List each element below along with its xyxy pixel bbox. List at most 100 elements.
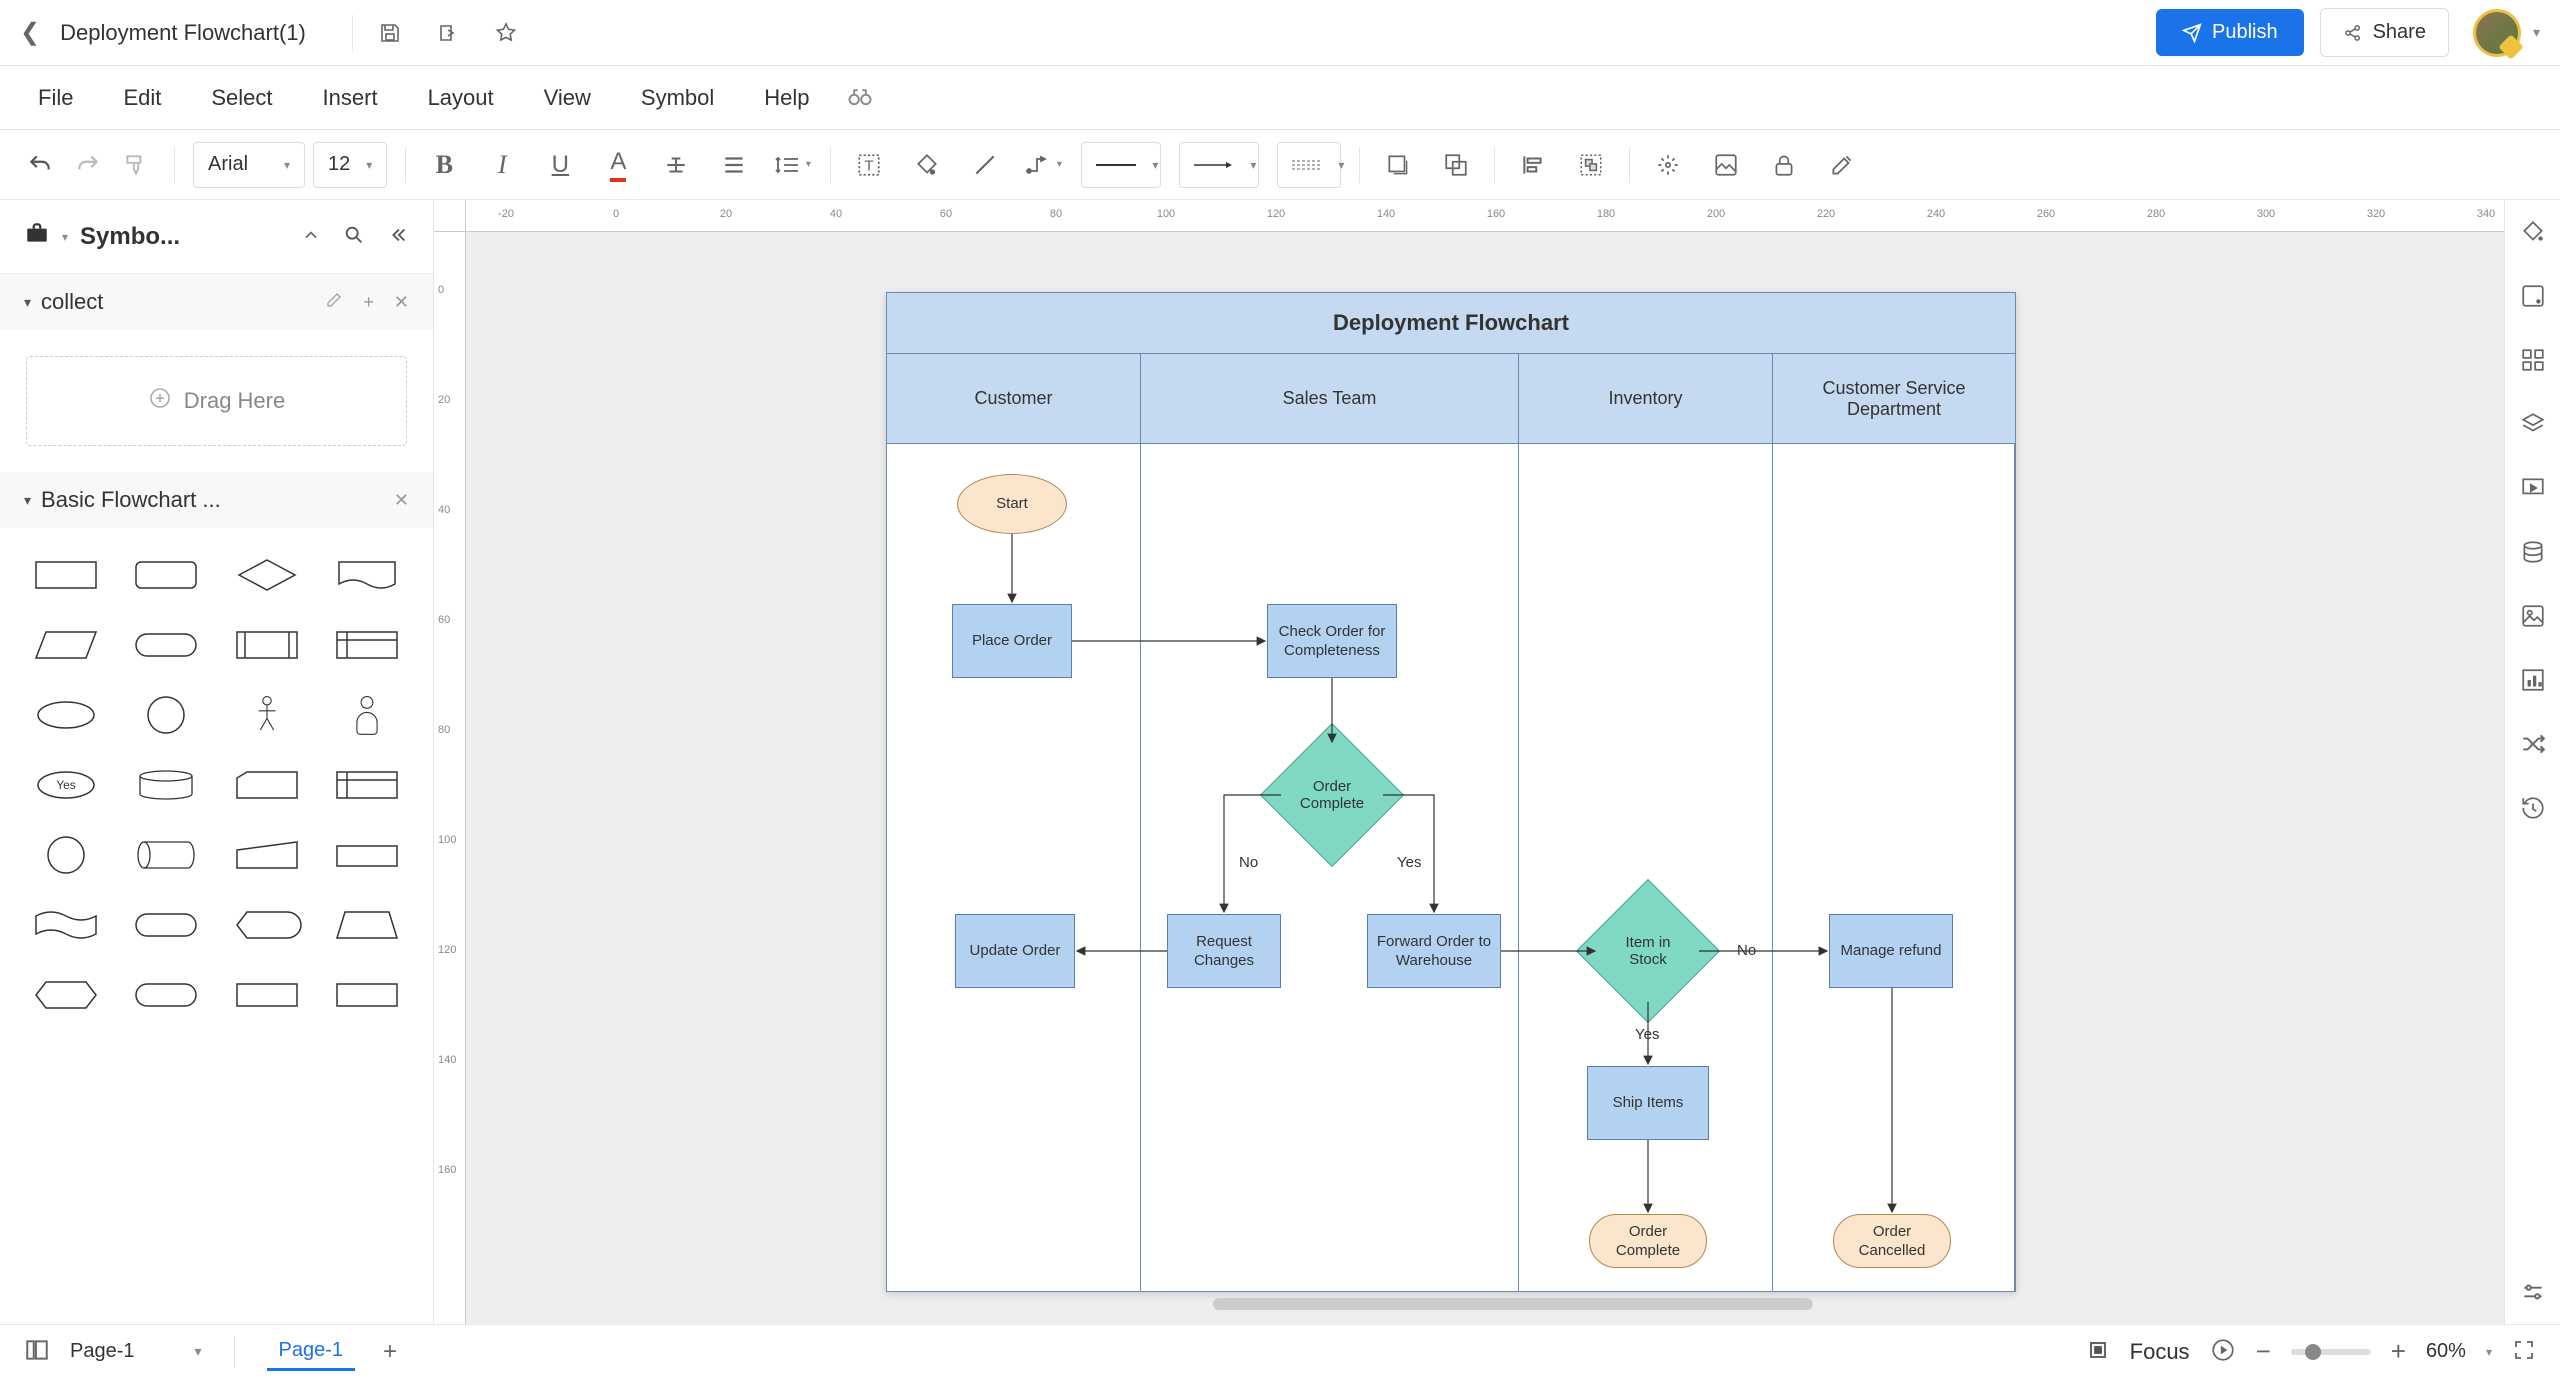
avatar[interactable] <box>2473 9 2521 57</box>
text-color-button[interactable]: A <box>598 145 638 185</box>
lane-header-customer[interactable]: Customer <box>887 354 1141 444</box>
shape-hexagon[interactable] <box>24 968 108 1022</box>
line-spacing-button[interactable]: ▾ <box>772 145 812 185</box>
menu-symbol[interactable]: Symbol <box>619 75 736 121</box>
data-icon[interactable] <box>2517 536 2549 568</box>
align-objects-button[interactable] <box>1513 145 1553 185</box>
drag-here-zone[interactable]: Drag Here <box>26 356 407 446</box>
shape-terminator[interactable] <box>124 618 208 672</box>
menu-layout[interactable]: Layout <box>406 75 516 121</box>
shape-ellipse[interactable] <box>24 688 108 742</box>
shape-yes-ellipse[interactable]: Yes <box>24 758 108 812</box>
paper[interactable]: Deployment Flowchart Customer Sales Team… <box>886 292 2016 1292</box>
page-tab[interactable]: Page-1 <box>267 1333 356 1371</box>
node-item-in-stock[interactable]: Item in Stock <box>1597 900 1699 1002</box>
chart-icon[interactable] <box>2517 664 2549 696</box>
save-icon[interactable] <box>377 20 403 46</box>
lock-button[interactable] <box>1764 145 1804 185</box>
zoom-out-button[interactable]: − <box>2256 1336 2271 1367</box>
shape-rect3[interactable] <box>225 968 309 1022</box>
menu-select[interactable]: Select <box>189 75 294 121</box>
shape-manual-input[interactable] <box>225 828 309 882</box>
zoom-in-button[interactable]: + <box>2391 1336 2406 1367</box>
strikethrough-button[interactable] <box>656 145 696 185</box>
node-order-complete-end[interactable]: Order Complete <box>1589 1214 1707 1268</box>
align-button[interactable] <box>714 145 754 185</box>
share-button[interactable]: Share <box>2320 8 2449 57</box>
shape-predefined[interactable] <box>225 618 309 672</box>
format-painter-button[interactable] <box>116 145 156 185</box>
node-manage-refund[interactable]: Manage refund <box>1829 914 1953 988</box>
lane-customer-service[interactable] <box>1773 444 2015 1291</box>
add-icon[interactable]: + <box>363 292 374 313</box>
canvas-scroll[interactable]: Deployment Flowchart Customer Sales Team… <box>466 232 2560 1324</box>
zoom-slider[interactable] <box>2291 1349 2371 1355</box>
menu-view[interactable]: View <box>522 75 613 121</box>
arrow-style-select[interactable]: ▾ <box>1179 142 1259 188</box>
canvas[interactable]: -20 0 20 40 60 80 100 120 140 160 180 20… <box>434 200 2560 1324</box>
line-color-button[interactable] <box>965 145 1005 185</box>
export-icon[interactable] <box>435 20 461 46</box>
group-button[interactable] <box>1571 145 1611 185</box>
section-collect[interactable]: ▾ collect + ✕ <box>0 274 433 330</box>
shape-parallelogram[interactable] <box>24 618 108 672</box>
shape-cylinder-h[interactable] <box>124 828 208 882</box>
publish-button[interactable]: Publish <box>2156 9 2304 56</box>
node-forward-order[interactable]: Forward Order to Warehouse <box>1367 914 1501 988</box>
search-icon[interactable] <box>343 224 365 249</box>
image-edit-button[interactable] <box>1706 145 1746 185</box>
play-icon[interactable] <box>2210 1337 2236 1366</box>
tools-button[interactable] <box>1822 145 1862 185</box>
history-icon[interactable] <box>2517 792 2549 824</box>
shape-internal-storage[interactable] <box>325 618 409 672</box>
hide-panel-icon[interactable] <box>387 224 409 249</box>
lane-header-inventory[interactable]: Inventory <box>1519 354 1773 444</box>
menu-help[interactable]: Help <box>742 75 831 121</box>
add-page-button[interactable]: + <box>375 1337 405 1367</box>
font-size-select[interactable]: 12▾ <box>313 142 387 188</box>
shape-tape[interactable] <box>24 898 108 952</box>
binoculars-icon[interactable] <box>846 82 874 113</box>
favorite-icon[interactable] <box>493 20 519 46</box>
shape-rectangle[interactable] <box>24 548 108 602</box>
grid-icon[interactable] <box>2517 344 2549 376</box>
lane-customer[interactable] <box>887 444 1141 1291</box>
line-weight-select[interactable]: ▾ <box>1277 142 1341 188</box>
italic-button[interactable]: I <box>482 145 522 185</box>
node-request-changes[interactable]: Request Changes <box>1167 914 1281 988</box>
line-style-select[interactable]: ▾ <box>1081 142 1161 188</box>
fit-icon[interactable] <box>2086 1338 2110 1365</box>
bold-button[interactable]: B <box>424 145 464 185</box>
shape-database[interactable] <box>124 758 208 812</box>
layer-button[interactable] <box>1436 145 1476 185</box>
lane-sales[interactable] <box>1141 444 1519 1291</box>
fullscreen-icon[interactable] <box>2512 1338 2536 1365</box>
layers-icon[interactable] <box>2517 408 2549 440</box>
properties-icon[interactable] <box>2517 280 2549 312</box>
node-order-cancelled[interactable]: Order Cancelled <box>1833 1214 1951 1268</box>
fill-color-button[interactable] <box>907 145 947 185</box>
shuffle-icon[interactable] <box>2517 728 2549 760</box>
lane-header-customer-service[interactable]: Customer Service Department <box>1773 354 2015 444</box>
node-update-order[interactable]: Update Order <box>955 914 1075 988</box>
lane-inventory[interactable] <box>1519 444 1773 1291</box>
connector-style-button[interactable]: ▾ <box>1023 145 1063 185</box>
page-selector[interactable]: Page-1 ▾ <box>70 1340 202 1363</box>
shape-display[interactable] <box>225 898 309 952</box>
flowchart-title[interactable]: Deployment Flowchart <box>886 292 2016 354</box>
menu-edit[interactable]: Edit <box>101 75 183 121</box>
underline-button[interactable]: U <box>540 145 580 185</box>
node-place-order[interactable]: Place Order <box>952 604 1072 678</box>
section-basic[interactable]: ▾ Basic Flowchart ... ✕ <box>0 472 433 528</box>
collapse-panel-icon[interactable] <box>301 225 321 248</box>
shape-circle[interactable] <box>124 688 208 742</box>
font-select[interactable]: Arial▾ <box>193 142 305 188</box>
horizontal-scrollbar[interactable] <box>1213 1298 1813 1310</box>
shape-table[interactable] <box>325 758 409 812</box>
shape-person[interactable] <box>325 688 409 742</box>
shape-stadium2[interactable] <box>124 968 208 1022</box>
menu-insert[interactable]: Insert <box>301 75 400 121</box>
effects-button[interactable] <box>1648 145 1688 185</box>
text-box-button[interactable]: T <box>849 145 889 185</box>
node-order-complete[interactable]: Order Complete <box>1281 744 1383 846</box>
